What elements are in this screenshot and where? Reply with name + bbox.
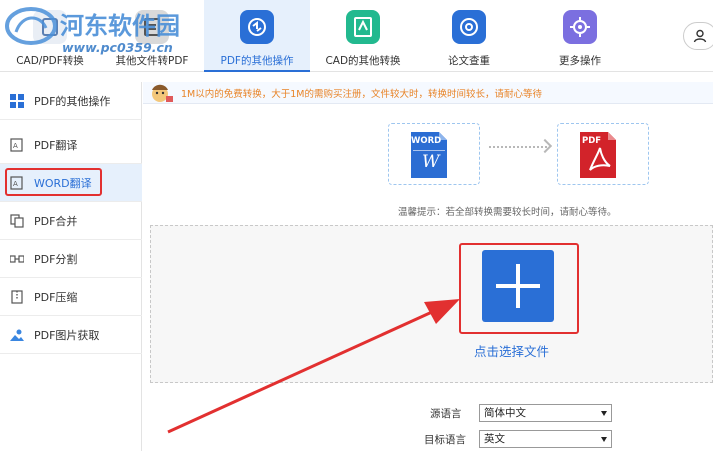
sidebar-item-pdf-other-ops[interactable]: PDF的其他操作	[0, 82, 142, 120]
translate-doc-icon: A	[10, 175, 24, 190]
conversion-arrow-head-icon	[537, 138, 553, 154]
target-language-label: 目标语言	[424, 434, 466, 446]
grid-icon	[10, 93, 24, 108]
chevron-down-icon	[601, 411, 607, 416]
source-language-value: 简体中文	[484, 407, 526, 419]
tab-label: CAD的其他转换	[325, 55, 401, 67]
tab-label: PDF的其他操作	[220, 55, 294, 67]
hint-text: 温馨提示：若全部转换需要较长时间，请耐心等待。	[398, 207, 617, 218]
pdf-format-label: PDF	[582, 136, 602, 146]
notice-bar: 1M以内的免费转换，大于1M的需购买注册，文件较大时，转换时间较长，请耐心等待	[143, 82, 713, 104]
target-format-box: PDF	[557, 123, 649, 185]
sidebar-item-pdf-translate[interactable]: A PDF翻译	[0, 126, 142, 164]
word-format-label: WORD	[411, 136, 442, 146]
split-icon	[9, 252, 25, 266]
tab-label: 论文查重	[448, 55, 490, 67]
sidebar-item-label: PDF压缩	[34, 290, 78, 304]
plus-icon	[516, 264, 520, 308]
chevron-down-icon	[601, 437, 607, 442]
tab-pdf-other-ops[interactable]: PDF的其他操作	[204, 0, 310, 72]
plagiarism-check-icon	[452, 10, 486, 44]
sidebar-item-label: WORD翻译	[34, 176, 92, 190]
tab-label: CAD/PDF转换	[16, 55, 84, 67]
tab-other-to-pdf[interactable]: 其他文件转PDF	[100, 0, 204, 72]
mascot-icon	[152, 84, 173, 102]
tab-paper-check[interactable]: 论文查重	[416, 0, 522, 72]
word-letter: W	[422, 152, 440, 172]
tab-cad-pdf-convert[interactable]: CAD/PDF转换	[0, 0, 100, 72]
sidebar-item-label: PDF图片获取	[34, 328, 100, 342]
notice-text: 1M以内的免费转换，大于1M的需购买注册，文件较大时，转换时间较长，请耐心等待	[181, 89, 542, 100]
source-language-label: 源语言	[430, 408, 462, 420]
sidebar: PDF的其他操作 A PDF翻译 A WORD翻译 PDF合并 PDF分割 PD…	[0, 82, 142, 451]
user-icon	[693, 29, 707, 43]
source-format-box: WORD W	[388, 123, 480, 185]
sidebar-item-pdf-split[interactable]: PDF分割	[0, 240, 142, 278]
sidebar-item-label: PDF分割	[34, 252, 78, 266]
svg-text:A: A	[13, 180, 18, 188]
tab-label: 更多操作	[559, 55, 601, 67]
tab-more-ops[interactable]: 更多操作	[522, 0, 638, 72]
sidebar-item-label: PDF翻译	[34, 138, 78, 152]
add-file-button[interactable]	[482, 250, 554, 322]
sidebar-item-label: PDF合并	[34, 214, 78, 228]
tab-cad-other-convert[interactable]: CAD的其他转换	[310, 0, 416, 72]
pdf-refresh-icon	[240, 10, 274, 44]
top-nav: CAD/PDF转换 其他文件转PDF PDF的其他操作 CAD的其他转换 论文查…	[0, 0, 713, 72]
cad-drawing-icon	[346, 10, 380, 44]
merge-icon	[10, 213, 24, 228]
user-button[interactable]	[683, 22, 713, 50]
sidebar-item-pdf-image-extract[interactable]: PDF图片获取	[0, 316, 142, 354]
image-extract-icon	[10, 328, 24, 342]
target-language-value: 英文	[484, 433, 505, 445]
target-language-select[interactable]: 英文	[479, 430, 612, 448]
select-file-link[interactable]: 点击选择文件	[474, 341, 549, 360]
gear-icon	[563, 10, 597, 44]
sidebar-item-pdf-compress[interactable]: PDF压缩	[0, 278, 142, 316]
tab-label: 其他文件转PDF	[115, 55, 189, 67]
source-language-select[interactable]: 简体中文	[479, 404, 612, 422]
svg-text:A: A	[13, 142, 18, 150]
compress-icon	[10, 289, 24, 304]
translate-doc-icon: A	[10, 137, 24, 152]
sidebar-item-label: PDF的其他操作	[34, 94, 111, 108]
file-to-pdf-icon	[135, 10, 169, 44]
file-drop-area[interactable]	[150, 225, 713, 383]
cad-pdf-icon	[33, 10, 67, 44]
sidebar-item-word-translate[interactable]: A WORD翻译	[0, 164, 142, 202]
sidebar-item-pdf-merge[interactable]: PDF合并	[0, 202, 142, 240]
